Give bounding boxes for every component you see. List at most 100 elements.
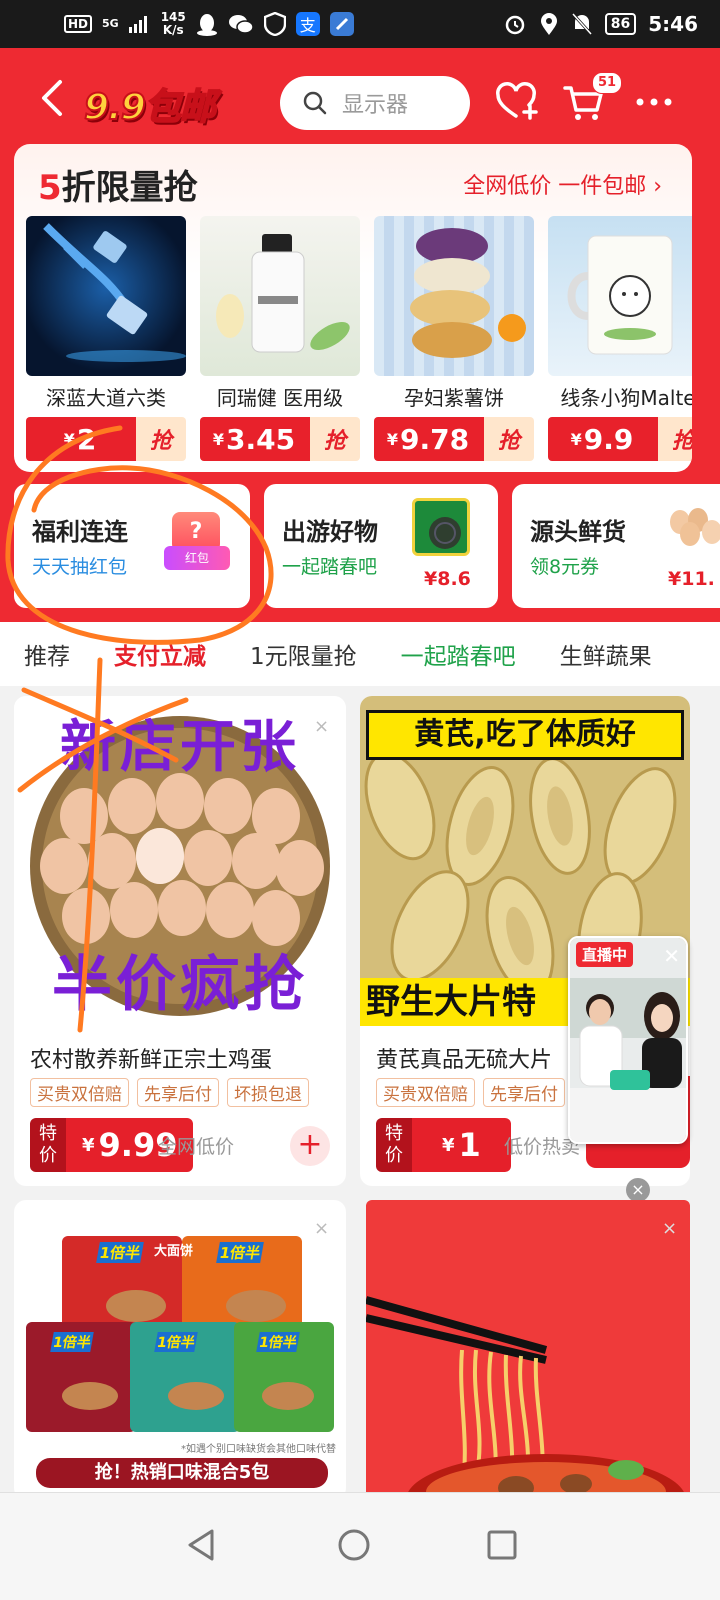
- promo-title: 出游好物: [282, 518, 378, 546]
- location-icon: [540, 13, 557, 35]
- red-packet-icon: ? 红包: [164, 512, 234, 574]
- pack-badge: 1倍半: [216, 1242, 264, 1263]
- product-image: 1倍半 1倍半 大面饼 1倍半 1倍半 1倍半: [26, 1236, 336, 1436]
- product-image: 新店开张 半价疯抢: [14, 696, 346, 1026]
- image-headline: 新店开张: [60, 715, 300, 780]
- service-tags: 买贵双倍赔 先享后付 坏损包退: [30, 1078, 309, 1107]
- more-icon[interactable]: [632, 80, 676, 124]
- pack-badge: 1倍半: [96, 1242, 144, 1263]
- alarm-icon: [505, 15, 525, 35]
- promo-outing[interactable]: 出游好物 一起踏春吧 ¥8.6: [264, 484, 498, 608]
- qq-icon: [196, 14, 217, 36]
- price-tag[interactable]: ¥9.9 抢: [548, 417, 692, 461]
- product-card[interactable]: 新店开张 半价疯抢 × 农村散养新鲜正宗土鸡蛋 买贵双倍赔 先享后付 坏损包退 …: [14, 696, 346, 1186]
- tag-damage-refund: 坏损包退: [227, 1078, 309, 1107]
- tab-1yuan[interactable]: 1元限量抢: [250, 637, 357, 671]
- favorite-heart-icon[interactable]: [494, 80, 538, 124]
- close-icon[interactable]: ×: [662, 1218, 677, 1239]
- status-bar: HD 5G 145 K/s 支 86 5:46: [0, 0, 720, 48]
- wechat-icon: [228, 15, 254, 34]
- eggs-image: [666, 506, 720, 548]
- promo-price: ¥8.6: [424, 568, 471, 590]
- nav-recents-button[interactable]: [472, 1515, 532, 1575]
- header-area: 9.9包邮 显示器 51 5折限量抢 全网低价 一件包邮 › 深蓝大道六类 ¥2…: [0, 48, 720, 622]
- promo-title: 源头鲜货: [530, 518, 626, 546]
- product-price: ¥1: [412, 1118, 511, 1172]
- flash-sale-title: 5折限量抢: [38, 168, 198, 208]
- tab-fresh[interactable]: 生鲜蔬果: [560, 637, 652, 671]
- special-price-label: 特价: [30, 1118, 66, 1172]
- net-speed: 145 K/s: [160, 10, 186, 37]
- live-stream-window[interactable]: 直播中 ✕: [568, 936, 688, 1144]
- price-box: 特价 ¥1: [376, 1118, 511, 1172]
- clock: 5:46: [648, 12, 698, 36]
- pack-badge: 1倍半: [50, 1332, 94, 1352]
- tag-pay-later: 先享后付: [483, 1078, 565, 1107]
- footnote: *如遇个别口味缺货会其他口味代替: [181, 1444, 336, 1455]
- product-image: [374, 216, 534, 376]
- category-tabs: 推荐 支付立减 1元限量抢 一起踏春吧 生鲜蔬果: [0, 622, 720, 686]
- add-to-cart-button[interactable]: +: [290, 1126, 330, 1166]
- tag-double-compensation: 买贵双倍赔: [30, 1078, 129, 1107]
- system-nav-bar: [0, 1492, 720, 1600]
- mosquito-coil-image: [412, 498, 470, 556]
- tab-pay-discount[interactable]: 支付立减: [114, 637, 206, 671]
- grab-button[interactable]: 抢: [310, 417, 360, 461]
- promo-fresh[interactable]: 源头鲜货 领8元券 ¥11.: [512, 484, 720, 608]
- promo-welfare[interactable]: 福利连连 天天抽红包 ? 红包: [14, 484, 250, 608]
- product-card[interactable]: ×: [366, 1200, 690, 1500]
- shield-hand-icon: [263, 12, 286, 36]
- cart-count-badge: 51: [592, 72, 623, 94]
- promo-banner: 抢！热销口味混合5包: [36, 1458, 328, 1488]
- product-image: [366, 1296, 686, 1500]
- flash-item[interactable]: 线条小狗Malte ¥9.9 抢: [548, 216, 692, 461]
- product-name: 线条小狗Malte: [560, 386, 692, 410]
- pack-badge: 1倍半: [154, 1332, 198, 1352]
- browser-icon: [329, 12, 354, 36]
- special-price-label: 特价: [376, 1118, 412, 1172]
- promo-price: ¥11.: [668, 568, 715, 590]
- price-tag[interactable]: ¥9.78 抢: [374, 417, 534, 461]
- product-card[interactable]: × 1倍半 1倍半 大面饼 1倍半 1倍半 1倍半 *如遇个别口味缺货会其他口味…: [14, 1200, 346, 1500]
- product-name: 同瑞健 医用级: [216, 386, 344, 410]
- flash-sale-link[interactable]: 全网低价 一件包邮 ›: [463, 168, 662, 200]
- triangle-back-icon: [188, 1529, 214, 1561]
- live-close-icon[interactable]: ✕: [663, 944, 680, 968]
- mute-icon: [571, 12, 592, 36]
- product-image: [26, 216, 186, 376]
- nav-back-button[interactable]: [172, 1515, 232, 1575]
- product-image: [548, 216, 692, 376]
- flash-item[interactable]: 同瑞健 医用级 ¥3.45 抢: [200, 216, 360, 461]
- tab-spring[interactable]: 一起踏春吧: [401, 637, 516, 671]
- live-badge: 直播中: [576, 942, 634, 967]
- signal-icon: [128, 16, 147, 33]
- live-dismiss-icon[interactable]: ×: [626, 1178, 650, 1202]
- image-tagline: 半价疯抢: [52, 950, 308, 1020]
- product-name: 黄芪真品无硫大片: [376, 1048, 553, 1073]
- price-tag[interactable]: ¥3.45 抢: [200, 417, 360, 461]
- grab-button[interactable]: 抢: [136, 417, 186, 461]
- grab-button[interactable]: 抢: [658, 417, 692, 461]
- promo-title: 福利连连: [32, 518, 128, 546]
- tag-double-compensation: 买贵双倍赔: [376, 1078, 475, 1107]
- pack-badge: 1倍半: [256, 1332, 300, 1352]
- close-icon[interactable]: ×: [314, 716, 329, 737]
- price-tag[interactable]: ¥2 抢: [26, 417, 186, 461]
- flash-item[interactable]: 孕妇紫薯饼 ¥9.78 抢: [374, 216, 534, 461]
- flash-item[interactable]: 深蓝大道六类 ¥2 抢: [26, 216, 186, 461]
- nav-home-button[interactable]: [324, 1515, 384, 1575]
- brand-logo: 9.9包邮: [83, 86, 217, 129]
- promo-subtitle: 领8元券: [530, 556, 600, 578]
- search-box[interactable]: 显示器: [280, 76, 470, 130]
- service-tags: 买贵双倍赔 先享后付: [376, 1078, 565, 1107]
- back-icon[interactable]: [36, 78, 70, 118]
- tab-recommend[interactable]: 推荐: [24, 637, 70, 671]
- tag-pay-later: 先享后付: [137, 1078, 219, 1107]
- product-image: [200, 216, 360, 376]
- product-name: 深蓝大道六类: [46, 386, 166, 410]
- product-name: 农村散养新鲜正宗土鸡蛋: [30, 1048, 273, 1073]
- flash-sale-panel: 5折限量抢 全网低价 一件包邮 › 深蓝大道六类 ¥2 抢 同瑞健 医用级 ¥3.…: [14, 144, 692, 472]
- network-indicator: 5G: [102, 17, 119, 30]
- grab-button[interactable]: 抢: [484, 417, 534, 461]
- promo-subtitle: 天天抽红包: [32, 556, 128, 578]
